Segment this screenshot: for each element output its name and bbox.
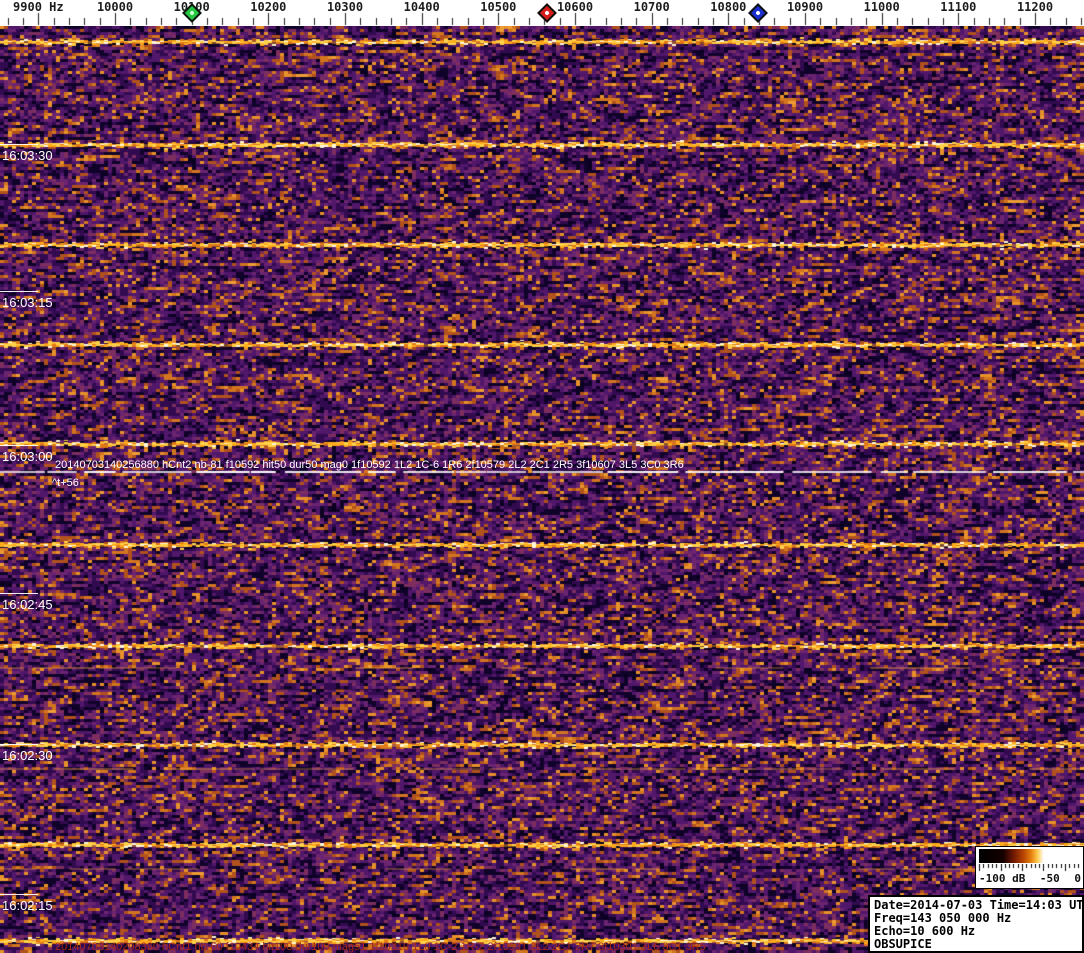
color-gradient-bar <box>979 849 1080 863</box>
freq-tick-label: 11000 <box>863 0 900 14</box>
legend-label-max: 0 <box>1074 872 1081 885</box>
freq-tick-label: 11100 <box>940 0 977 14</box>
legend-label-mid: -50 <box>1039 872 1060 885</box>
legend-ruler-ticks <box>978 864 1082 872</box>
freq-tick-label: 10800 <box>710 0 747 14</box>
freq-tick-label: 9900 Hz <box>13 0 64 14</box>
legend-labels: -100 dB -50 0 <box>979 872 1081 885</box>
color-scale-legend: -100 dB -50 0 <box>975 846 1084 889</box>
frequency-scale[interactable]: 9900 Hz100001010010200103001040010500106… <box>0 0 1084 26</box>
freq-tick-label: 10300 <box>326 0 364 14</box>
freq-tick-label: 10400 <box>403 0 440 14</box>
freq-tick-label: 11200 <box>1016 0 1054 14</box>
freq-tick-label: 10900 <box>786 0 824 14</box>
marker-center-dot <box>543 10 550 16</box>
waterfall-canvas[interactable] <box>0 26 1084 953</box>
freq-tick-label: 10200 <box>250 0 287 14</box>
info-line-station: OBSUPICE <box>874 937 932 951</box>
freq-tick-label: 10000 <box>96 0 134 14</box>
freq-tick-label: 10700 <box>633 0 670 14</box>
marker-center-dot <box>188 10 195 16</box>
marker-center-dot <box>755 10 762 16</box>
freq-tick-label: 10500 <box>480 0 517 14</box>
legend-label-min: -100 dB <box>979 872 1026 885</box>
freq-tick-label: 10600 <box>556 0 594 14</box>
info-panel: Date=2014-07-03 Time=14:03 UTC Freq=143 … <box>868 895 1084 953</box>
speclab-window: 9900 Hz100001010010200103001040010500106… <box>0 0 1084 953</box>
